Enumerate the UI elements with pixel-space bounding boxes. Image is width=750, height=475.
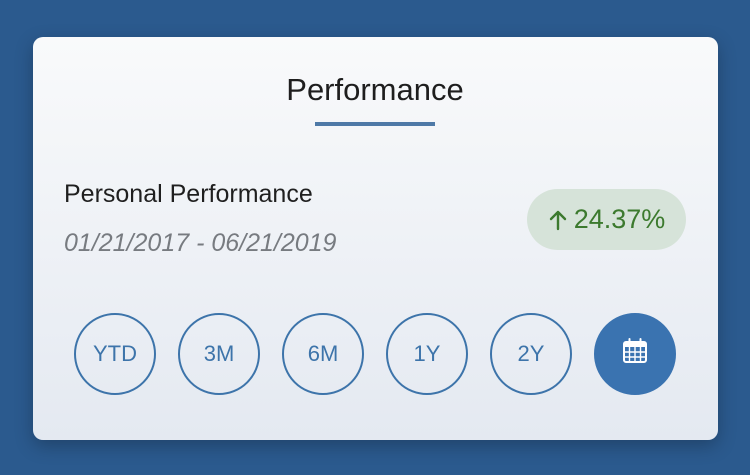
range-button-ytd[interactable]: YTD [74,313,156,395]
change-value: 24.37% [573,204,666,234]
range-button-2y[interactable]: 2Y [490,313,572,395]
arrow-up-icon [548,208,568,232]
title-underline [315,122,435,126]
custom-range-button[interactable] [594,313,676,395]
calendar-icon [621,337,649,371]
card-title: Performance [286,72,464,107]
performance-label: Personal Performance [64,180,313,208]
range-button-3m[interactable]: 3M [178,313,260,395]
date-range: 01/21/2017 - 06/21/2019 [64,229,337,257]
performance-change-badge: 24.37% [527,189,686,250]
range-button-6m[interactable]: 6M [282,313,364,395]
range-button-1y[interactable]: 1Y [386,313,468,395]
